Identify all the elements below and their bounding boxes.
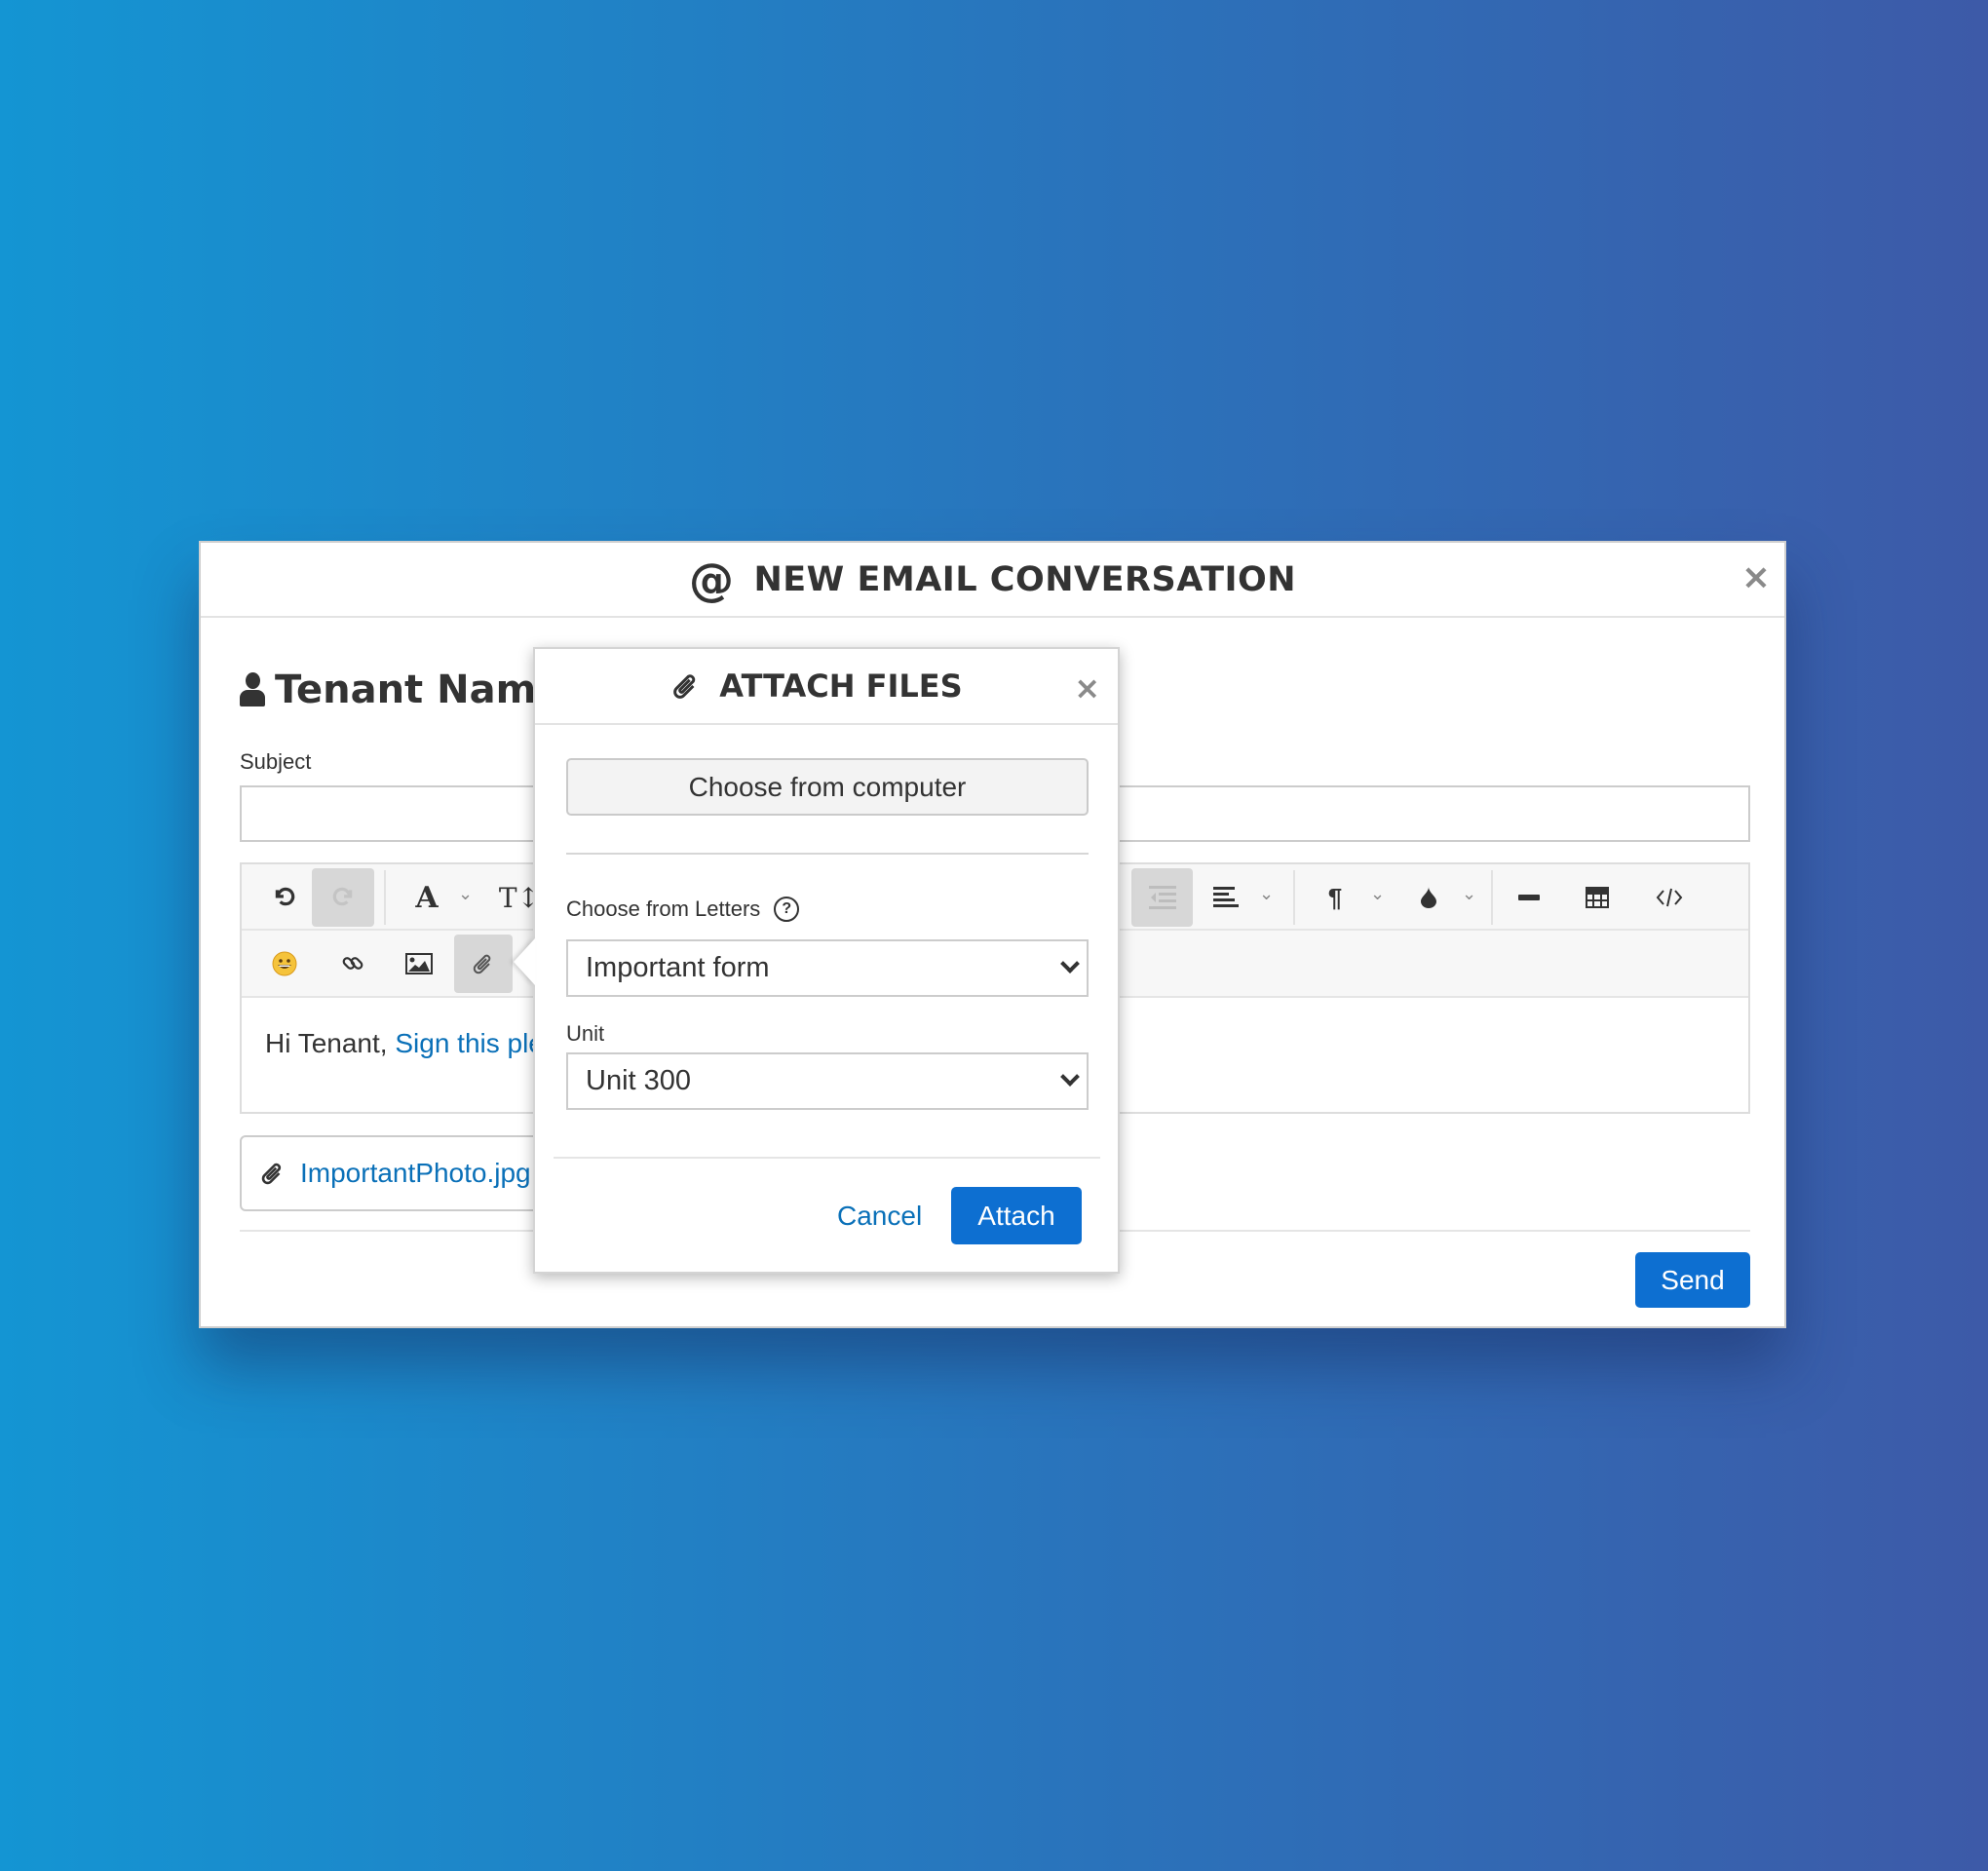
horizontal-rule-icon [1518, 895, 1540, 900]
modal-title: @ NEW EMAIL CONVERSATION [689, 554, 1296, 606]
paperclip-icon [261, 1163, 282, 1185]
popover-title-text: ATTACH FILES [719, 668, 963, 705]
unit-select[interactable]: Unit 300 [566, 1052, 1089, 1110]
divider [566, 853, 1089, 855]
attach-button[interactable]: Attach [951, 1187, 1082, 1244]
undo-icon [275, 887, 295, 906]
subject-label: Subject [240, 749, 312, 774]
paperclip-icon [473, 954, 491, 974]
unit-select-value: Unit 300 [586, 1065, 692, 1096]
attach-files-popover: ATTACH FILES × Choose from computer Choo… [514, 647, 1120, 1274]
modal-title-text: NEW EMAIL CONVERSATION [753, 559, 1297, 599]
cancel-button[interactable]: Cancel [837, 1187, 922, 1244]
popover-header: ATTACH FILES × [535, 649, 1118, 725]
letters-select-value: Important form [586, 952, 770, 983]
emoji-button[interactable] [261, 940, 308, 987]
at-icon: @ [688, 553, 735, 606]
outdent-button[interactable] [1131, 868, 1193, 927]
divider [554, 1157, 1100, 1159]
toolbar-separator [384, 870, 386, 925]
unit-field-label: Unit [566, 1021, 604, 1047]
image-button[interactable] [396, 940, 442, 987]
popover-title: ATTACH FILES [670, 668, 963, 705]
font-style-button[interactable]: A [403, 874, 450, 921]
chevron-down-icon[interactable]: ⌄ [1462, 884, 1476, 904]
modal-header: @ NEW EMAIL CONVERSATION × [201, 543, 1784, 618]
table-icon [1586, 887, 1609, 908]
toolbar-separator [1293, 870, 1295, 925]
emoji-icon [272, 951, 297, 976]
recipient-name: Tenant Name [275, 668, 563, 712]
table-button[interactable] [1577, 874, 1618, 921]
attach-file-button[interactable] [454, 935, 513, 993]
align-left-icon [1213, 887, 1239, 907]
link-icon [342, 957, 363, 970]
popover-arrow [514, 938, 535, 985]
letters-select[interactable]: Important form [566, 939, 1089, 997]
redo-button[interactable] [312, 868, 374, 927]
link-button[interactable] [329, 940, 376, 987]
outdent-icon [1148, 886, 1176, 909]
horizontal-rule-button[interactable] [1509, 874, 1549, 921]
chevron-down-icon [1060, 1067, 1080, 1087]
send-button[interactable]: Send [1635, 1252, 1750, 1308]
code-view-button[interactable] [1647, 874, 1692, 921]
popover-close-icon[interactable]: × [1074, 672, 1100, 704]
code-icon [1656, 888, 1683, 907]
paragraph-icon: ¶ [1327, 882, 1343, 912]
chevron-down-icon [1060, 954, 1080, 974]
modal-close-icon[interactable]: × [1741, 560, 1771, 595]
help-icon[interactable]: ? [774, 897, 800, 922]
editor-text: Hi Tenant, [265, 1028, 396, 1058]
image-icon [405, 953, 433, 974]
redo-icon [332, 887, 353, 906]
color-button[interactable] [1411, 874, 1446, 921]
chevron-down-icon[interactable]: ⌄ [458, 884, 473, 904]
unit-label: Unit [566, 1021, 605, 1046]
user-icon [240, 672, 265, 707]
align-button[interactable] [1206, 874, 1245, 921]
chevron-down-icon[interactable]: ⌄ [1370, 884, 1385, 904]
chevron-down-icon[interactable]: ⌄ [1259, 884, 1274, 904]
paperclip-icon [673, 674, 696, 699]
recipient-heading: Tenant Name [240, 668, 562, 712]
letters-field-label: Choose from Letters ? [566, 897, 800, 922]
choose-from-computer-button[interactable]: Choose from computer [566, 758, 1089, 816]
letters-label: Choose from Letters [566, 897, 761, 921]
attachment-link[interactable]: ImportantPhoto.jpg [300, 1158, 531, 1189]
toolbar-separator [1491, 870, 1493, 925]
paragraph-button[interactable]: ¶ [1316, 874, 1355, 921]
color-drop-icon [1421, 887, 1436, 908]
undo-button[interactable] [261, 874, 308, 921]
